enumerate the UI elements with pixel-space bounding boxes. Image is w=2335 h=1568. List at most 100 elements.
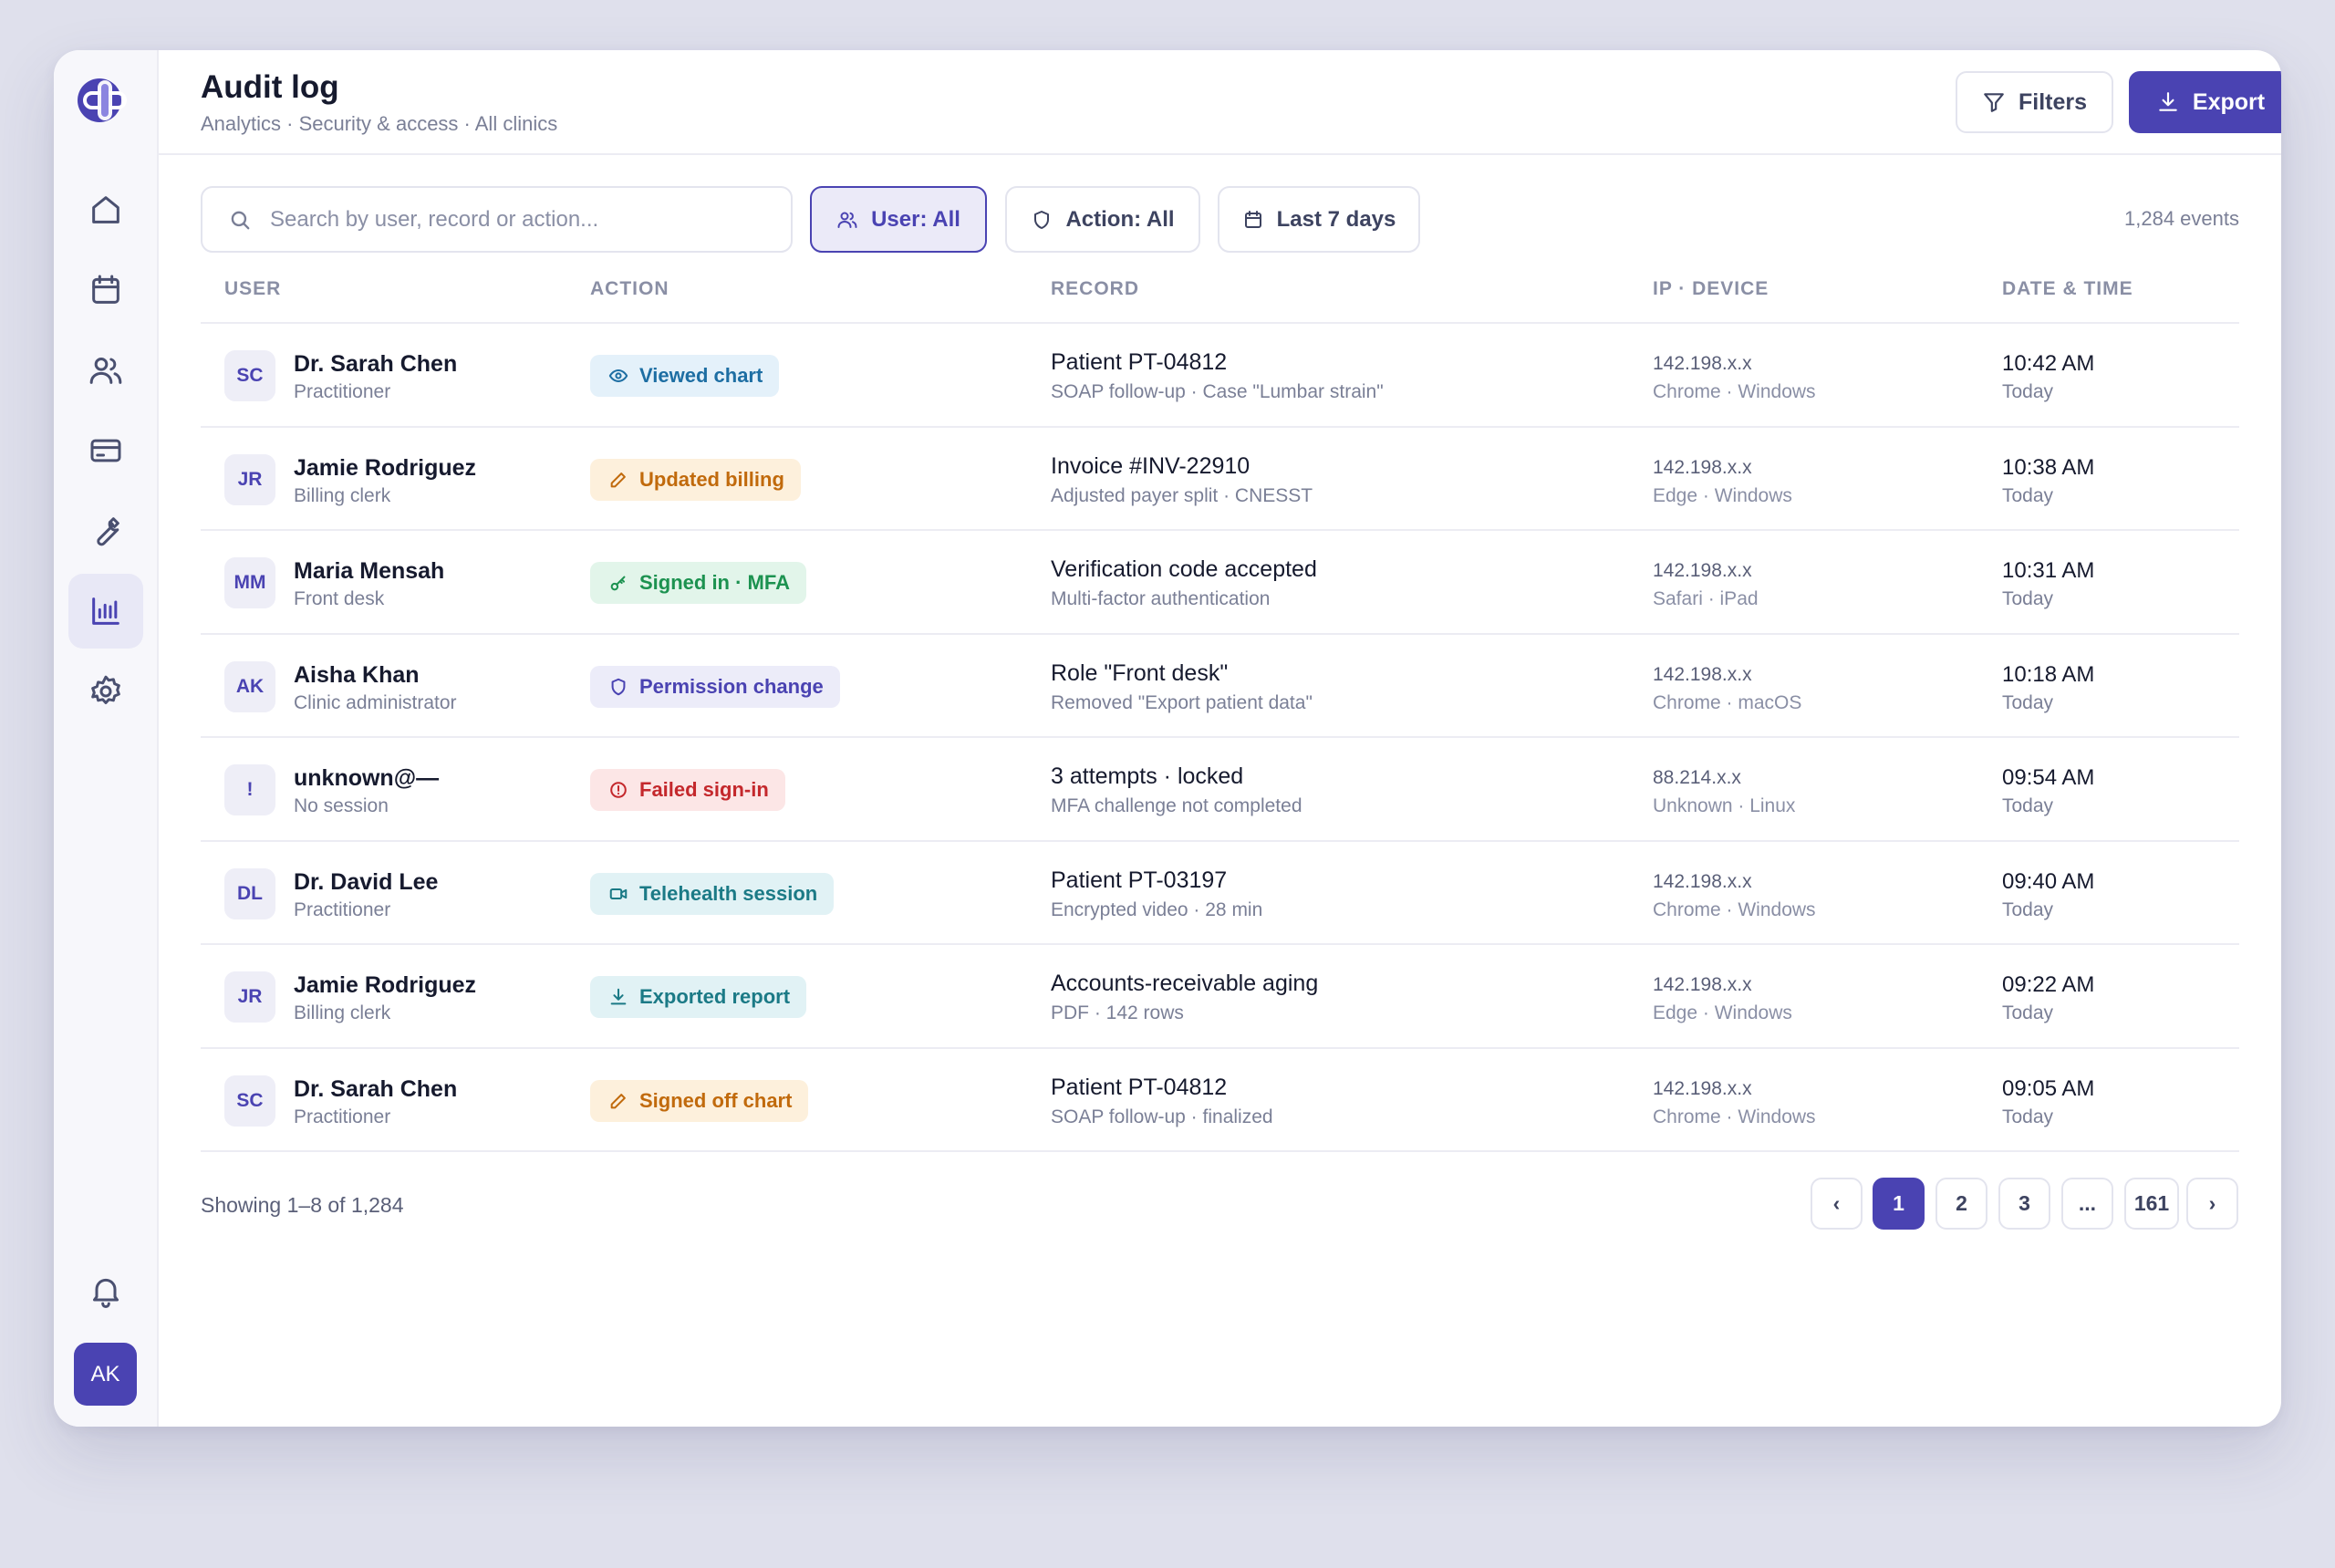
action-badge: Failed sign-in — [590, 769, 785, 811]
column-header-ip-device[interactable]: IP · DEVICE — [1653, 278, 1769, 300]
pencil-icon — [610, 472, 626, 487]
pagination-summary: Showing 1–8 of 1,284 — [201, 1193, 404, 1217]
sidebar-item-users[interactable] — [68, 333, 143, 408]
table-row[interactable]: JR Jamie Rodriguez Billing clerk Updated… — [201, 428, 2239, 531]
table-row[interactable]: SC Dr. Sarah Chen Practitioner Viewed ch… — [201, 324, 2239, 428]
wrench-icon — [97, 517, 119, 546]
user-name: Maria Mensah — [294, 558, 445, 584]
record-title: Patient PT-04812 — [1051, 349, 1228, 375]
sidebar-item-billing[interactable] — [68, 413, 143, 488]
table-row[interactable]: SC Dr. Sarah Chen Practitioner Signed of… — [201, 1049, 2239, 1152]
table-row[interactable]: DL Dr. David Lee Practitioner Telehealth… — [201, 842, 2239, 945]
action-label: Signed off chart — [639, 1088, 793, 1112]
pagination-page-2[interactable]: 2 — [1935, 1178, 1987, 1230]
user-role: Practitioner — [294, 1106, 391, 1127]
ip-address: 142.198.x.x — [1653, 560, 1752, 581]
action-badge: Updated billing — [590, 458, 801, 501]
page-header: Audit log Analytics · Security & access … — [159, 50, 2281, 155]
date-filter-chip[interactable]: Last 7 days — [1218, 186, 1420, 253]
device: Chrome · Windows — [1653, 381, 1816, 402]
sidebar-item-analytics[interactable] — [68, 574, 143, 649]
column-header-action[interactable]: ACTION — [590, 278, 669, 300]
video-camera-icon — [609, 888, 628, 899]
record-detail: Encrypted video · 28 min — [1051, 898, 1263, 920]
table-row[interactable]: ! unknown@— No session Failed sign-in 3 … — [201, 738, 2239, 842]
key-icon — [610, 576, 626, 591]
user-role: Practitioner — [294, 898, 391, 920]
event-time: 10:38 AM — [2002, 454, 2095, 480]
eye-icon — [608, 369, 628, 382]
notifications-button[interactable] — [68, 1253, 143, 1328]
current-user-avatar[interactable]: AK — [74, 1343, 137, 1406]
record-detail: MFA challenge not completed — [1051, 795, 1302, 816]
search-input[interactable] — [270, 206, 781, 233]
export-button-label: Export — [2192, 88, 2266, 115]
sidebar: AK — [54, 50, 159, 1427]
pagination-ellipsis[interactable]: ... — [2061, 1178, 2113, 1230]
filters-button[interactable]: Filters — [1956, 71, 2113, 133]
search-box — [201, 186, 793, 253]
table-row[interactable]: MM Maria Mensah Front desk Signed in · M… — [201, 531, 2239, 635]
table-row[interactable]: AK Aisha Khan Clinic administrator Permi… — [201, 635, 2239, 738]
action-badge: Viewed chart — [590, 355, 780, 397]
user-name: Dr. David Lee — [294, 868, 439, 895]
pagination-prev-button[interactable]: ‹ — [1811, 1178, 1863, 1230]
device: Chrome · Windows — [1653, 898, 1816, 920]
user-avatar: SC — [224, 350, 275, 401]
pagination-page-last[interactable]: 161 — [2124, 1178, 2179, 1230]
users-icon — [89, 358, 122, 384]
action-label: Updated billing — [639, 467, 784, 491]
user-avatar: JR — [224, 971, 275, 1023]
table-row[interactable]: JR Jamie Rodriguez Billing clerk Exporte… — [201, 945, 2239, 1049]
user-role: No session — [294, 795, 389, 816]
user-name: Dr. Sarah Chen — [294, 351, 458, 377]
record-detail: SOAP follow-up · Case "Lumbar strain" — [1051, 381, 1384, 402]
record-title: Invoice #INV-22910 — [1051, 452, 1251, 479]
action-label: Viewed chart — [639, 364, 763, 387]
action-label: Exported report — [639, 985, 791, 1008]
audit-table: USER ACTION RECORD IP · DEVICE DATE & TI… — [201, 258, 2239, 1152]
sidebar-item-home[interactable] — [68, 172, 143, 247]
export-button[interactable]: Export — [2129, 71, 2281, 133]
event-time: 09:22 AM — [2002, 972, 2095, 997]
sidebar-item-tools[interactable] — [68, 493, 143, 568]
user-name: Jamie Rodriguez — [294, 972, 477, 998]
pagination-next-button[interactable]: › — [2186, 1178, 2238, 1230]
device: Chrome · macOS — [1653, 691, 1802, 713]
ip-address: 142.198.x.x — [1653, 974, 1752, 995]
download-icon — [2159, 92, 2177, 111]
app-window: AK Audit log Analytics · Security & acce… — [54, 50, 2281, 1427]
ip-address: 142.198.x.x — [1653, 456, 1752, 478]
user-avatar: DL — [224, 867, 275, 919]
user-filter-chip[interactable]: User: All — [810, 186, 987, 253]
record-title: Patient PT-03197 — [1051, 867, 1228, 893]
event-time: 09:40 AM — [2002, 868, 2095, 894]
sidebar-item-settings[interactable] — [68, 654, 143, 729]
credit-card-icon — [90, 439, 121, 462]
column-header-date-time[interactable]: DATE & TIME — [2002, 278, 2133, 300]
column-header-user[interactable]: USER — [224, 278, 281, 300]
sidebar-item-calendar[interactable] — [68, 253, 143, 327]
user-role: Practitioner — [294, 381, 391, 402]
column-header-record[interactable]: RECORD — [1051, 278, 1139, 300]
event-day: Today — [2002, 484, 2054, 506]
action-badge: Signed off chart — [590, 1079, 809, 1122]
event-time: 10:18 AM — [2002, 661, 2095, 687]
event-day: Today — [2002, 795, 2054, 816]
action-filter-label: Action: All — [1065, 206, 1175, 232]
shield-icon — [1034, 210, 1050, 229]
funnel-icon — [1984, 93, 2004, 112]
ip-address: 142.198.x.x — [1653, 353, 1752, 374]
action-badge: Permission change — [590, 665, 840, 708]
pagination-page-1[interactable]: 1 — [1873, 1178, 1925, 1230]
action-label: Permission change — [639, 674, 824, 698]
user-avatar: SC — [224, 1075, 275, 1127]
record-detail: Adjusted payer split · CNESST — [1051, 484, 1313, 506]
app-logo-icon[interactable] — [76, 71, 134, 130]
record-title: 3 attempts · locked — [1051, 763, 1244, 789]
device: Edge · Windows — [1653, 1002, 1792, 1023]
ip-address: 142.198.x.x — [1653, 1077, 1752, 1099]
pagination-page-3[interactable]: 3 — [1998, 1178, 2050, 1230]
record-title: Patient PT-04812 — [1051, 1074, 1228, 1100]
action-filter-chip[interactable]: Action: All — [1005, 186, 1200, 253]
